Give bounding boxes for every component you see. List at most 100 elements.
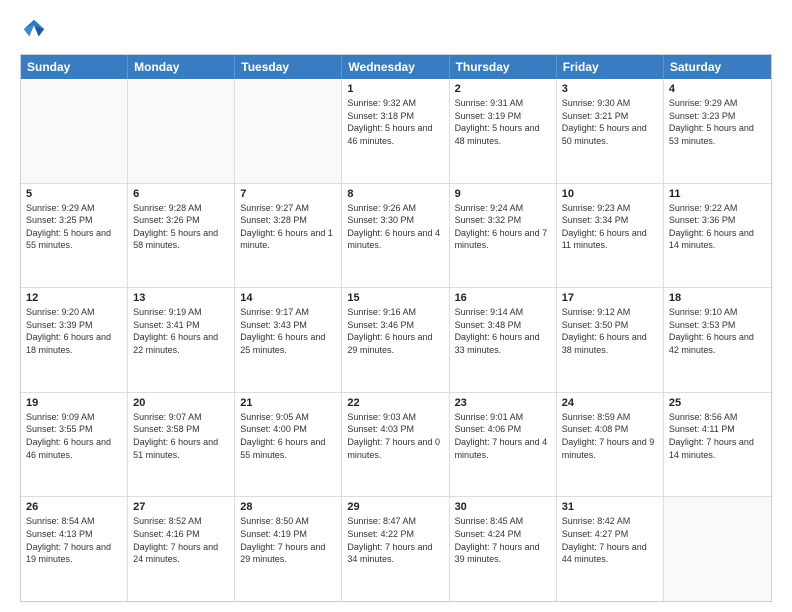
week-row-0: 1 Sunrise: 9:32 AM Sunset: 3:18 PM Daylig… — [21, 79, 771, 184]
day-content: Sunrise: 9:27 AM Sunset: 3:28 PM Dayligh… — [240, 202, 336, 252]
day-cell-18: 18 Sunrise: 9:10 AM Sunset: 3:53 PM Dayli… — [664, 288, 771, 392]
day-content: Sunrise: 9:19 AM Sunset: 3:41 PM Dayligh… — [133, 306, 229, 356]
day-cell-29: 29 Sunrise: 8:47 AM Sunset: 4:22 PM Dayli… — [342, 497, 449, 601]
day-number: 23 — [455, 397, 551, 409]
day-content: Sunrise: 9:03 AM Sunset: 4:03 PM Dayligh… — [347, 411, 443, 461]
day-number: 4 — [669, 83, 766, 95]
day-content: Sunrise: 9:29 AM Sunset: 3:25 PM Dayligh… — [26, 202, 122, 252]
day-number: 19 — [26, 397, 122, 409]
day-number: 26 — [26, 501, 122, 513]
day-number: 28 — [240, 501, 336, 513]
day-content: Sunrise: 8:45 AM Sunset: 4:24 PM Dayligh… — [455, 515, 551, 565]
week-row-4: 26Sunrise: 8:54 AM Sunset: 4:13 PM Dayli… — [21, 497, 771, 601]
day-number: 14 — [240, 292, 336, 304]
day-content: Sunrise: 9:29 AM Sunset: 3:23 PM Dayligh… — [669, 97, 766, 147]
logo — [20, 16, 52, 44]
day-content: Sunrise: 9:24 AM Sunset: 3:32 PM Dayligh… — [455, 202, 551, 252]
day-content: Sunrise: 9:32 AM Sunset: 3:18 PM Dayligh… — [347, 97, 443, 147]
day-cell-23: 23Sunrise: 9:01 AM Sunset: 4:06 PM Dayli… — [450, 393, 557, 497]
day-cell-20: 20 Sunrise: 9:07 AM Sunset: 3:58 PM Dayli… — [128, 393, 235, 497]
day-cell-25: 25 Sunrise: 8:56 AM Sunset: 4:11 PM Dayli… — [664, 393, 771, 497]
day-number: 9 — [455, 188, 551, 200]
day-cell-30: 30Sunrise: 8:45 AM Sunset: 4:24 PM Dayli… — [450, 497, 557, 601]
day-cell-8: 8 Sunrise: 9:26 AM Sunset: 3:30 PM Daylig… — [342, 184, 449, 288]
page: SundayMondayTuesdayWednesdayThursdayFrid… — [0, 0, 792, 612]
day-number: 10 — [562, 188, 658, 200]
day-cell-26: 26Sunrise: 8:54 AM Sunset: 4:13 PM Dayli… — [21, 497, 128, 601]
day-cell-12: 12 Sunrise: 9:20 AM Sunset: 3:39 PM Dayli… — [21, 288, 128, 392]
day-content: Sunrise: 8:47 AM Sunset: 4:22 PM Dayligh… — [347, 515, 443, 565]
header — [20, 16, 772, 44]
header-day-wednesday: Wednesday — [342, 55, 449, 79]
day-cell-7: 7 Sunrise: 9:27 AM Sunset: 3:28 PM Daylig… — [235, 184, 342, 288]
empty-cell — [664, 497, 771, 601]
day-content: Sunrise: 8:42 AM Sunset: 4:27 PM Dayligh… — [562, 515, 658, 565]
day-content: Sunrise: 9:23 AM Sunset: 3:34 PM Dayligh… — [562, 202, 658, 252]
day-cell-5: 5 Sunrise: 9:29 AM Sunset: 3:25 PM Daylig… — [21, 184, 128, 288]
day-content: Sunrise: 9:22 AM Sunset: 3:36 PM Dayligh… — [669, 202, 766, 252]
day-number: 27 — [133, 501, 229, 513]
day-content: Sunrise: 9:26 AM Sunset: 3:30 PM Dayligh… — [347, 202, 443, 252]
day-number: 1 — [347, 83, 443, 95]
day-number: 31 — [562, 501, 658, 513]
day-number: 3 — [562, 83, 658, 95]
day-number: 20 — [133, 397, 229, 409]
day-number: 5 — [26, 188, 122, 200]
day-cell-9: 9 Sunrise: 9:24 AM Sunset: 3:32 PM Daylig… — [450, 184, 557, 288]
day-cell-24: 24 Sunrise: 8:59 AM Sunset: 4:08 PM Dayli… — [557, 393, 664, 497]
calendar-header: SundayMondayTuesdayWednesdayThursdayFrid… — [21, 55, 771, 79]
day-content: Sunrise: 8:56 AM Sunset: 4:11 PM Dayligh… — [669, 411, 766, 461]
header-day-monday: Monday — [128, 55, 235, 79]
day-number: 13 — [133, 292, 229, 304]
day-content: Sunrise: 9:07 AM Sunset: 3:58 PM Dayligh… — [133, 411, 229, 461]
day-cell-14: 14 Sunrise: 9:17 AM Sunset: 3:43 PM Dayli… — [235, 288, 342, 392]
week-row-3: 19 Sunrise: 9:09 AM Sunset: 3:55 PM Dayli… — [21, 393, 771, 498]
header-day-saturday: Saturday — [664, 55, 771, 79]
day-cell-10: 10 Sunrise: 9:23 AM Sunset: 3:34 PM Dayli… — [557, 184, 664, 288]
day-number: 8 — [347, 188, 443, 200]
day-content: Sunrise: 8:59 AM Sunset: 4:08 PM Dayligh… — [562, 411, 658, 461]
header-day-tuesday: Tuesday — [235, 55, 342, 79]
empty-cell — [235, 79, 342, 183]
day-content: Sunrise: 9:14 AM Sunset: 3:48 PM Dayligh… — [455, 306, 551, 356]
logo-icon — [20, 16, 48, 44]
day-cell-19: 19 Sunrise: 9:09 AM Sunset: 3:55 PM Dayli… — [21, 393, 128, 497]
day-number: 12 — [26, 292, 122, 304]
day-cell-21: 21Sunrise: 9:05 AM Sunset: 4:00 PM Dayli… — [235, 393, 342, 497]
header-day-sunday: Sunday — [21, 55, 128, 79]
day-number: 15 — [347, 292, 443, 304]
day-content: Sunrise: 8:52 AM Sunset: 4:16 PM Dayligh… — [133, 515, 229, 565]
day-content: Sunrise: 9:20 AM Sunset: 3:39 PM Dayligh… — [26, 306, 122, 356]
week-row-1: 5 Sunrise: 9:29 AM Sunset: 3:25 PM Daylig… — [21, 184, 771, 289]
empty-cell — [21, 79, 128, 183]
day-content: Sunrise: 9:16 AM Sunset: 3:46 PM Dayligh… — [347, 306, 443, 356]
day-cell-6: 6Sunrise: 9:28 AM Sunset: 3:26 PM Daylig… — [128, 184, 235, 288]
day-cell-31: 31 Sunrise: 8:42 AM Sunset: 4:27 PM Dayli… — [557, 497, 664, 601]
day-cell-27: 27 Sunrise: 8:52 AM Sunset: 4:16 PM Dayli… — [128, 497, 235, 601]
day-content: Sunrise: 9:30 AM Sunset: 3:21 PM Dayligh… — [562, 97, 658, 147]
day-cell-17: 17 Sunrise: 9:12 AM Sunset: 3:50 PM Dayli… — [557, 288, 664, 392]
day-number: 11 — [669, 188, 766, 200]
day-number: 18 — [669, 292, 766, 304]
day-number: 7 — [240, 188, 336, 200]
day-cell-2: 2 Sunrise: 9:31 AM Sunset: 3:19 PM Daylig… — [450, 79, 557, 183]
day-number: 6 — [133, 188, 229, 200]
day-content: Sunrise: 9:10 AM Sunset: 3:53 PM Dayligh… — [669, 306, 766, 356]
day-number: 2 — [455, 83, 551, 95]
empty-cell — [128, 79, 235, 183]
header-day-friday: Friday — [557, 55, 664, 79]
day-number: 24 — [562, 397, 658, 409]
day-number: 25 — [669, 397, 766, 409]
day-number: 21 — [240, 397, 336, 409]
day-content: Sunrise: 9:12 AM Sunset: 3:50 PM Dayligh… — [562, 306, 658, 356]
day-content: Sunrise: 9:31 AM Sunset: 3:19 PM Dayligh… — [455, 97, 551, 147]
day-number: 17 — [562, 292, 658, 304]
day-cell-22: 22 Sunrise: 9:03 AM Sunset: 4:03 PM Dayli… — [342, 393, 449, 497]
day-number: 22 — [347, 397, 443, 409]
week-row-2: 12 Sunrise: 9:20 AM Sunset: 3:39 PM Dayli… — [21, 288, 771, 393]
day-content: Sunrise: 9:17 AM Sunset: 3:43 PM Dayligh… — [240, 306, 336, 356]
day-cell-1: 1 Sunrise: 9:32 AM Sunset: 3:18 PM Daylig… — [342, 79, 449, 183]
day-number: 29 — [347, 501, 443, 513]
day-content: Sunrise: 9:09 AM Sunset: 3:55 PM Dayligh… — [26, 411, 122, 461]
day-cell-15: 15 Sunrise: 9:16 AM Sunset: 3:46 PM Dayli… — [342, 288, 449, 392]
